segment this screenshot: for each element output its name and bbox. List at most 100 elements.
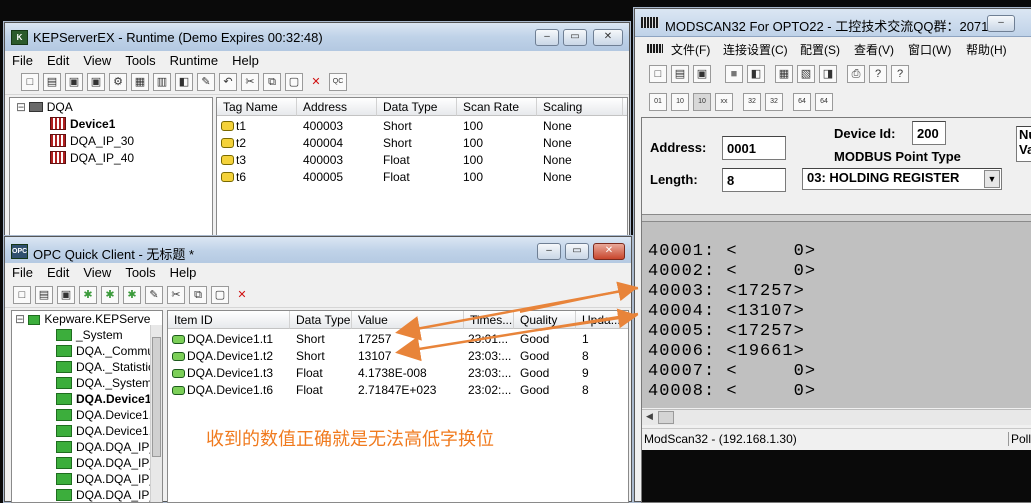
new-device-icon[interactable]: ▦ [131,73,149,91]
format-double-icon[interactable]: 64 [793,93,811,111]
column-header[interactable]: Data Type [377,98,457,116]
tag-row[interactable]: t1 400003 Short 100 None [221,119,621,135]
address-field[interactable] [722,136,786,160]
modscan-titlebar[interactable]: MODSCAN32 For OPTO22 - 工控技术交流QQ群：2071...… [635,9,1031,37]
cut-icon[interactable]: ✂ [167,286,185,304]
new-tag-icon[interactable]: ◧ [175,73,193,91]
format-swapped-float-icon[interactable]: 32 [765,93,783,111]
column-header[interactable]: Times... [464,311,514,329]
tree-node-group[interactable]: DQA.Device1._ [56,408,159,422]
tree-node-group[interactable]: DQA._Statistics [56,360,160,374]
menu-tools[interactable]: Tools [118,51,162,68]
open-icon[interactable]: ▤ [671,65,689,83]
maximize-button[interactable]: ▭ [565,243,589,260]
tree-node-device[interactable]: DQA_IP_30 [50,134,134,148]
menu-file[interactable]: File [5,51,40,68]
menu-edit[interactable]: Edit [40,51,76,68]
cut-icon[interactable]: ✂ [241,73,259,91]
tree-node-device[interactable]: DQA_IP_40 [50,151,134,165]
item-row[interactable]: DQA.Device1.t2 Short 13107 23:03:... Goo… [172,349,628,365]
open-icon[interactable]: ▤ [43,73,61,91]
context-help-icon[interactable]: ? [891,65,909,83]
copy-icon[interactable]: ⧉ [263,73,281,91]
about-icon[interactable]: ? [869,65,887,83]
kepserver-titlebar[interactable]: K KEPServerEX - Runtime (Demo Expires 00… [5,23,629,52]
menu-edit[interactable]: Edit [40,263,76,280]
format-hex-icon[interactable]: xx [715,93,733,111]
horizontal-scrollbar[interactable]: ◀ [642,409,1031,425]
column-header[interactable]: Value [352,311,464,329]
tree-node-device[interactable]: Device1 [50,117,115,131]
tree-node-group[interactable]: _System [56,328,123,342]
undo-icon[interactable]: ↶ [219,73,237,91]
column-header[interactable]: Address [297,98,377,116]
tree-node-group[interactable]: DQA.DQA_IP_3 [56,472,162,486]
chart-icon[interactable]: ▧ [797,65,815,83]
delete-icon[interactable]: ✕ [307,73,325,91]
device-id-field[interactable] [912,121,946,145]
scrollbar-thumb[interactable] [152,337,161,457]
tree-node-server[interactable]: ⊟ Kepware.KEPServe [15,312,150,326]
minimize-button[interactable]: – [537,243,561,260]
save-as-icon[interactable]: ▣ [87,73,105,91]
column-header[interactable]: Item ID [168,311,290,329]
menu-view[interactable]: 查看(V) [854,41,894,58]
close-button[interactable]: ✕ [593,29,623,46]
item-row[interactable]: DQA.Device1.t6 Float 2.71847E+023 23:02:… [172,383,628,399]
length-field[interactable] [722,168,786,192]
properties-icon[interactable]: ✎ [197,73,215,91]
menu-view[interactable]: View [76,51,118,68]
minimize-button[interactable]: – [535,29,559,46]
new-group-icon[interactable]: ▥ [153,73,171,91]
save-icon[interactable]: ▣ [693,65,711,83]
point-type-select[interactable]: 03: HOLDING REGISTER ▼ [802,168,1002,190]
open-icon[interactable]: ▤ [35,286,53,304]
format-unsigned-icon[interactable]: 10 [693,93,711,111]
tree-node-group[interactable]: DQA.DQA_IP_3 [56,440,162,454]
tag-row[interactable]: t3 400003 Float 100 None [221,153,621,169]
new-server-icon[interactable]: ✱ [79,286,97,304]
paste-icon[interactable]: ▢ [285,73,303,91]
format-float-icon[interactable]: 32 [743,93,761,111]
menu-setup[interactable]: 配置(S) [800,41,840,58]
tree-node-group[interactable]: DQA.Device1._ [56,424,159,438]
tree-node-group[interactable]: DQA.DQA_IP_3 [56,456,162,470]
minimize-button[interactable]: – [987,15,1015,32]
menu-runtime[interactable]: Runtime [163,51,225,68]
column-header[interactable]: Quality [514,311,576,329]
tree-node-group[interactable]: DQA._Communi [56,344,162,358]
menu-file[interactable]: 文件(F) [671,41,710,58]
delete-icon[interactable]: ✕ [233,286,251,304]
paste-icon[interactable]: ▢ [211,286,229,304]
save-icon[interactable]: ▣ [57,286,75,304]
close-button[interactable]: ✕ [593,243,625,260]
menu-view[interactable]: View [76,263,118,280]
column-header[interactable]: Scan Rate [457,98,537,116]
menu-help[interactable]: Help [163,263,204,280]
tag-row[interactable]: t2 400004 Short 100 None [221,136,621,152]
menu-window[interactable]: 窗口(W) [908,41,951,58]
new-group-icon[interactable]: ✱ [101,286,119,304]
menu-help[interactable]: Help [225,51,266,68]
menu-help[interactable]: 帮助(H) [966,41,1007,58]
maximize-button[interactable]: ▭ [563,29,587,46]
scroll-left-icon[interactable]: ◀ [646,411,653,422]
format-decimal-icon[interactable]: 10 [671,93,689,111]
tree-node-group[interactable]: DQA._System [56,376,152,390]
opc-titlebar[interactable]: OPC OPC Quick Client - 无标题 * – ▭ ✕ [5,237,631,266]
tree-node-group[interactable]: DQA.DQA_IP_4 [56,488,162,502]
tag-row[interactable]: t6 400005 Float 100 None [221,170,621,186]
display-options-icon[interactable]: ▦ [775,65,793,83]
format-binary-icon[interactable]: 01 [649,93,667,111]
splitter[interactable] [642,214,1031,222]
connect-icon[interactable]: ■ [725,65,743,83]
column-header-extra[interactable] [623,98,627,116]
new-icon[interactable]: □ [649,65,667,83]
properties-icon[interactable]: ✎ [145,286,163,304]
item-row[interactable]: DQA.Device1.t3 Float 4.1738E-008 23:03:.… [172,366,628,382]
menu-tools[interactable]: Tools [118,263,162,280]
column-header[interactable]: Scaling [537,98,623,116]
menu-connection[interactable]: 连接设置(C) [723,41,788,58]
chevron-down-icon[interactable]: ▼ [984,170,1000,188]
tree-vertical-scrollbar[interactable] [150,325,162,502]
